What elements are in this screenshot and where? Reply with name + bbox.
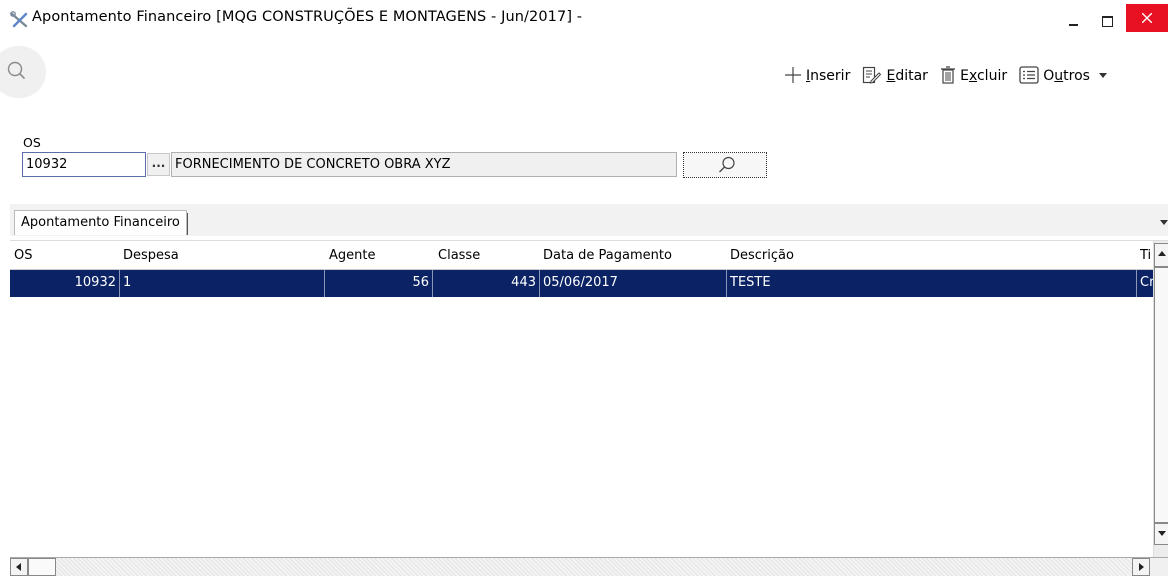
column-header-data-pagamento[interactable]: Data de Pagamento (543, 248, 672, 263)
table-row[interactable]: 10932 1 56 443 05/06/2017 TESTE Cr (10, 270, 1153, 297)
column-header-ti[interactable]: Ti (1140, 248, 1151, 263)
others-dropdown[interactable]: Outros (1019, 66, 1112, 84)
grid-header: OS Despesa Agente Classe Data de Pagamen… (10, 241, 1153, 270)
cell-os: 10932 (10, 270, 120, 297)
cell-ti: Cr (1140, 275, 1153, 290)
chevron-down-icon (1099, 73, 1108, 78)
cell-classe: 443 (433, 270, 540, 297)
scroll-down-button[interactable] (1154, 523, 1168, 545)
cell-data-pagamento: 05/06/2017 (540, 270, 727, 297)
find-button[interactable] (683, 152, 767, 178)
os-label: OS (23, 135, 41, 150)
plus-icon (785, 67, 801, 83)
tools-icon (10, 11, 30, 29)
edit-icon (863, 66, 882, 84)
close-icon (1142, 13, 1152, 23)
close-button[interactable] (1126, 4, 1168, 32)
os-description-field: FORNECIMENTO DE CONCRETO OBRA XYZ (171, 152, 677, 177)
maximize-button[interactable] (1092, 4, 1124, 32)
os-lookup-button[interactable]: ... (147, 153, 170, 176)
search-button[interactable] (0, 46, 46, 98)
tab-menu-chevron-icon[interactable] (1160, 220, 1168, 225)
search-icon (7, 61, 25, 79)
edit-label-access-key: E (886, 68, 896, 84)
vertical-scroll-thumb[interactable] (1154, 267, 1168, 523)
column-header-despesa[interactable]: Despesa (123, 248, 179, 263)
column-header-classe[interactable]: Classe (438, 248, 480, 263)
trash-icon (941, 66, 956, 84)
cell-despesa: 1 (120, 270, 325, 297)
delete-label: cluir (976, 68, 1008, 84)
vertical-scrollbar[interactable] (1153, 241, 1168, 558)
cell-agente: 56 (325, 270, 433, 297)
tab-strip: Apontamento Financeiro (10, 204, 1168, 236)
delete-label-access-key: x (968, 68, 977, 84)
edit-button[interactable]: Editar (862, 66, 928, 84)
column-header-os[interactable]: OS (14, 248, 32, 263)
insert-label: nserir (810, 68, 851, 84)
scroll-right-button[interactable] (1132, 558, 1150, 576)
others-label-access-key: u (1054, 68, 1064, 84)
window-title: Apontamento Financeiro [MQG CONSTRUÇÕES … (32, 9, 583, 25)
minimize-button[interactable] (1058, 4, 1090, 32)
column-header-descricao[interactable]: Descrição (730, 248, 794, 263)
title-bar: Apontamento Financeiro [MQG CONSTRUÇÕES … (0, 0, 1168, 34)
horizontal-scrollbar[interactable] (10, 557, 1150, 576)
cell-descricao: TESTE (727, 270, 1137, 297)
scrollbar-corner (1150, 557, 1168, 576)
data-grid[interactable]: OS Despesa Agente Classe Data de Pagamen… (10, 240, 1168, 558)
insert-button[interactable]: Inserir (784, 66, 850, 84)
scroll-up-button[interactable] (1154, 243, 1168, 267)
scroll-left-button[interactable] (10, 558, 28, 576)
os-input[interactable]: 10932 (22, 152, 146, 177)
list-icon (1019, 66, 1039, 84)
edit-label: ditar (895, 68, 928, 84)
column-header-agente[interactable]: Agente (329, 248, 375, 263)
tab-apontamento-financeiro[interactable]: Apontamento Financeiro (14, 210, 188, 235)
toolbar: Inserir Editar Excluir Outros (784, 66, 1120, 92)
others-label-start: O (1043, 68, 1055, 84)
delete-label-start: E (960, 68, 969, 84)
others-label: tros (1063, 68, 1090, 84)
horizontal-scroll-thumb[interactable] (28, 558, 56, 576)
search-icon (719, 156, 735, 173)
delete-button[interactable]: Excluir (940, 66, 1007, 84)
